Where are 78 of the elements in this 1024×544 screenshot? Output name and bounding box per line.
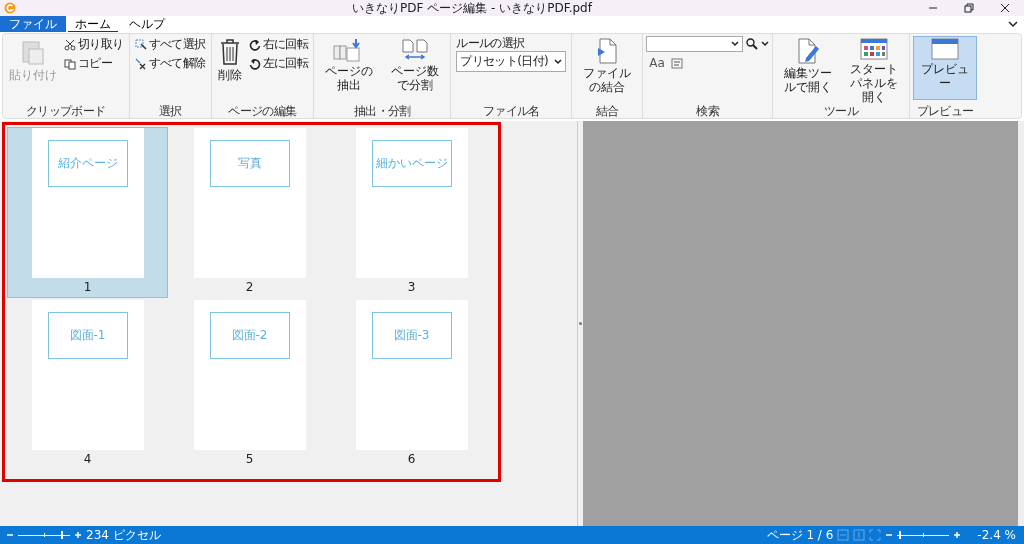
ribbon-button[interactable]: 右に回転 [246,36,311,53]
plus-icon[interactable] [74,531,82,539]
group-label: クリップボード [24,105,107,118]
ribbon-button[interactable]: すべて選択 [132,36,208,53]
caret-icon[interactable] [731,41,740,47]
group-label: ファイル名 [481,105,541,118]
ribbon-button[interactable]: ページ数で分割 [383,36,448,100]
page-thumbnail[interactable]: 図面-1 4 [7,299,168,470]
close-icon[interactable] [1000,3,1010,13]
plus-icon[interactable] [953,531,962,539]
group-label: プレビュー [915,105,975,118]
page-indicator: ページ 1 / 6 [766,526,834,544]
page-heading: 図面-3 [371,312,452,359]
thumbnail-size-text: 234 ピクセル [86,526,161,544]
copy-icon [64,57,76,70]
zoom-level-text: -2.4 % [977,528,1016,542]
rule-dropdown[interactable]: プリセット(日付) [456,51,567,72]
window-title: いきなりPDF ページ編集 - いきなりPDF.pdf [351,1,594,15]
search-icon[interactable] [746,38,759,50]
splitter-handle[interactable] [579,322,582,325]
caret-icon[interactable] [761,41,770,47]
ribbon-button[interactable]: 左に回転 [246,55,311,72]
page-thumbnail[interactable]: 細かいページ 3 [331,127,492,298]
tile-panel-icon [860,38,889,60]
window-icon [931,38,960,60]
chevron-down-icon[interactable] [1008,20,1018,28]
ribbon-button[interactable]: ファイルの結合 [575,36,640,100]
ribbon-button[interactable]: すべて解除 [132,55,208,72]
group-label: 結合 [594,105,620,118]
group-label: ツール [823,105,860,118]
ribbon-tab[interactable]: ホーム [68,16,118,32]
ribbon-button[interactable]: コピー [62,55,126,72]
page-heading: 細かいページ [371,140,452,187]
page-thumbnail[interactable]: 図面-2 5 [169,299,330,470]
page-number: 3 [407,280,416,294]
text-box-icon[interactable] [670,57,683,69]
page-thumbnail[interactable]: 図面-3 6 [331,299,492,470]
group-label: 選択 [157,105,183,118]
page-number: 1 [83,280,92,294]
group-label: 検索 [695,105,721,118]
ribbon-button[interactable]: 削除 [214,36,245,100]
ribbon-button[interactable]: 切り取り [62,36,126,53]
document-play-icon [596,38,619,64]
match-case-button[interactable]: Aa [649,56,665,70]
trash-icon [218,38,241,66]
page-number: 4 [83,452,92,466]
page-thumbnail[interactable]: 紹介ページ 1 [7,127,168,298]
clipboard-icon [20,38,46,66]
app-logo-icon [4,2,16,14]
page-heading: 写真 [209,140,290,187]
ribbon-button[interactable]: プレビュー [913,36,978,100]
rule-label: ルールの選択 [456,37,526,49]
document-pen-icon [796,38,821,64]
search-field[interactable] [646,36,744,52]
zoom-slider[interactable] [897,531,950,539]
thumbnail-size-slider[interactable] [18,531,70,539]
restore-icon[interactable] [964,3,974,13]
file-tab[interactable]: ファイル [0,16,66,32]
ribbon-button[interactable]: 編集ツールで開く [776,36,841,100]
ribbon-button[interactable]: ページの抽出 [317,36,382,100]
scissors-icon [64,38,76,51]
page-thumbnail[interactable]: 写真 2 [169,127,330,298]
rotate-right-icon [248,38,261,51]
deselect-icon [134,57,147,70]
minus-icon[interactable] [6,531,14,539]
page-number: 6 [407,452,416,466]
rotate-left-icon [248,57,261,70]
group-label: 抽出・分割 [352,105,412,118]
select-all-icon [134,38,147,51]
page-number: 2 [245,280,254,294]
page-heading: 紹介ページ [47,140,128,187]
group-label: ページの編集 [227,105,298,118]
minus-icon[interactable] [885,531,894,539]
page-number: 5 [245,452,254,466]
ribbon-tab[interactable]: ヘルプ [122,16,172,32]
caret-icon[interactable] [554,58,563,65]
page-heading: 図面-2 [209,312,290,359]
page-heading: 図面-1 [47,312,128,359]
